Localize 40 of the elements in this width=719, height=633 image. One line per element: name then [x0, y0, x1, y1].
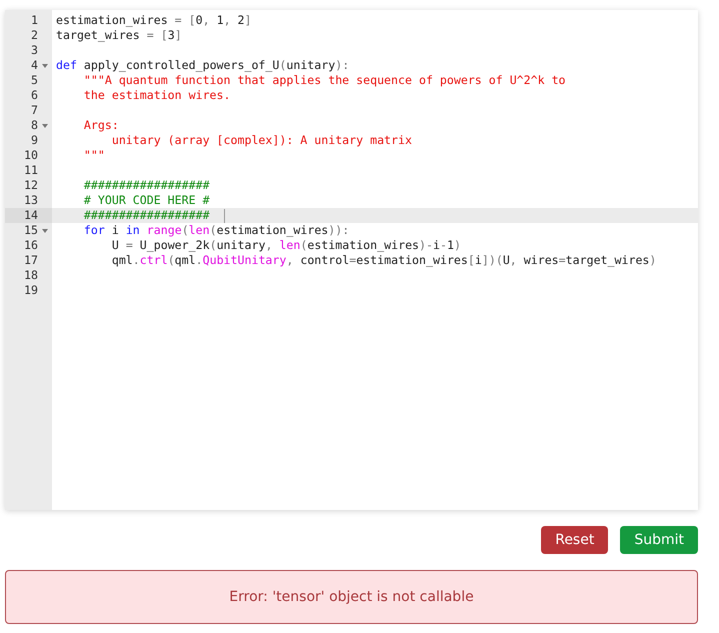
line-number: 15: [24, 223, 38, 238]
line-number: 18: [24, 268, 38, 283]
code-line: estimation_wires = [0, 1, 2]: [55, 13, 252, 28]
code-line: ##################: [82, 208, 210, 223]
line-number: 2: [31, 28, 38, 43]
line-number: 14: [24, 208, 38, 223]
line-number: 17: [24, 253, 38, 268]
fold-arrow-icon[interactable]: [42, 124, 48, 128]
submit-button[interactable]: Submit: [620, 526, 698, 554]
line-number: 16: [24, 238, 38, 253]
fold-arrow-icon[interactable]: [42, 229, 48, 233]
reset-button[interactable]: Reset: [541, 526, 608, 554]
code-line: # YOUR CODE HERE #: [82, 193, 210, 208]
line-number: 7: [31, 103, 38, 118]
line-number: 9: [31, 133, 38, 148]
code-line: qml.ctrl(qml.QubitUnitary, control=estimation_wires[i])(U, wires=target_wires): [110, 253, 656, 268]
line-number: 6: [31, 88, 38, 103]
error-message: Error: 'tensor' object is not callable: [229, 589, 474, 605]
line-number: 4: [31, 58, 38, 73]
code-line: Args:: [82, 118, 119, 133]
code-line: for i in range(len(estimation_wires)):: [82, 223, 350, 238]
code-line: unitary (array [complex]): A unitary matrix: [110, 133, 412, 148]
line-number: 11: [24, 163, 38, 178]
code-line: U = U_power_2k(unitary, len(estimation_wires)-i-1): [110, 238, 461, 253]
line-number: 13: [24, 193, 38, 208]
code-line: """: [82, 148, 105, 163]
line-number: 12: [24, 178, 38, 193]
code-line: ##################: [82, 178, 210, 193]
line-number: 3: [31, 43, 38, 58]
code-line: target_wires = [3]: [55, 28, 182, 43]
fold-arrow-icon[interactable]: [42, 64, 48, 68]
code-line: """A quantum function that applies the sequence of powers of U^2^k to: [82, 73, 566, 88]
line-number: 1: [31, 13, 38, 28]
line-number: 8: [31, 118, 38, 133]
line-number: 10: [24, 148, 38, 163]
text-cursor: [224, 208, 225, 222]
code-line: the estimation wires.: [82, 88, 231, 103]
code-line: def apply_controlled_powers_of_U(unitary):: [55, 58, 350, 73]
line-number: 19: [24, 283, 38, 298]
line-number: 5: [31, 73, 38, 88]
